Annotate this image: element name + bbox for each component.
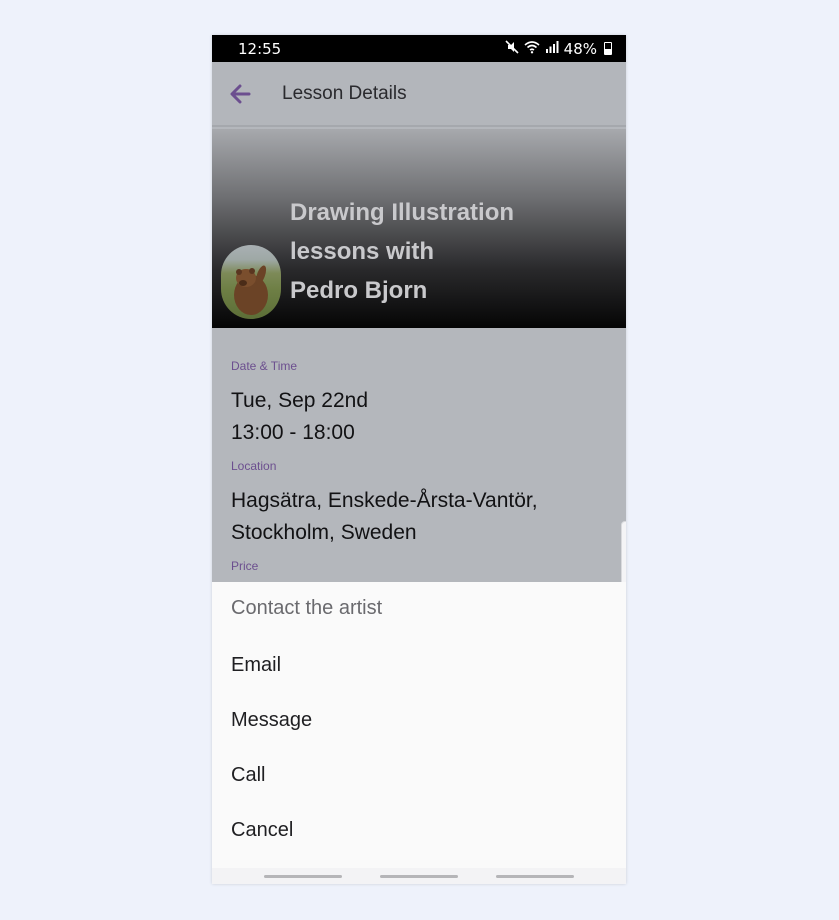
contact-bottom-sheet: Contact the artist Email Message Call Ca… bbox=[212, 582, 626, 884]
phone-screen: 12:55 48% Lesson Details Drawing Illustr… bbox=[212, 35, 626, 884]
nav-back-button[interactable] bbox=[496, 875, 574, 878]
price-label: Price bbox=[231, 559, 259, 573]
battery-icon bbox=[604, 42, 612, 55]
status-icons: 48% bbox=[505, 40, 612, 58]
sheet-title: Contact the artist bbox=[231, 597, 383, 619]
page-title: Lesson Details bbox=[282, 82, 407, 104]
status-time: 12:55 bbox=[238, 39, 282, 58]
date-time-label: Date & Time bbox=[231, 359, 298, 373]
lesson-date: Tue, Sep 22nd bbox=[231, 389, 368, 412]
battery-percent: 48% bbox=[563, 39, 597, 58]
nav-recents-button[interactable] bbox=[264, 875, 342, 878]
wifi-icon bbox=[524, 40, 540, 57]
app-bar: Lesson Details bbox=[212, 62, 626, 127]
status-bar: 12:55 48% bbox=[212, 35, 626, 62]
signal-icon bbox=[545, 40, 559, 57]
nav-home-button[interactable] bbox=[380, 875, 458, 878]
back-button[interactable] bbox=[227, 81, 253, 107]
email-option[interactable]: Email bbox=[212, 638, 626, 693]
mute-icon bbox=[505, 40, 519, 57]
location-label: Location bbox=[231, 459, 277, 473]
cancel-option[interactable]: Cancel bbox=[212, 803, 626, 858]
message-option[interactable]: Message bbox=[212, 693, 626, 748]
back-arrow-icon bbox=[230, 84, 251, 103]
location-line-2: Stockholm, Sweden bbox=[231, 521, 417, 544]
lesson-time: 13:00 - 18:00 bbox=[231, 421, 355, 444]
call-option[interactable]: Call bbox=[212, 748, 626, 803]
bear-image bbox=[234, 265, 268, 315]
location-line-1: Hagsätra, Enskede-Årsta-Vantör, bbox=[231, 489, 538, 512]
lesson-title: Drawing Illustration lessons with Pedro … bbox=[290, 199, 515, 304]
lesson-details: Date & Time Tue, Sep 22nd 13:00 - 18:00 … bbox=[212, 328, 626, 588]
avatar[interactable] bbox=[221, 245, 281, 319]
lesson-hero-banner: Drawing Illustration lessons with Pedro … bbox=[212, 129, 626, 328]
system-nav-bar bbox=[212, 868, 626, 884]
